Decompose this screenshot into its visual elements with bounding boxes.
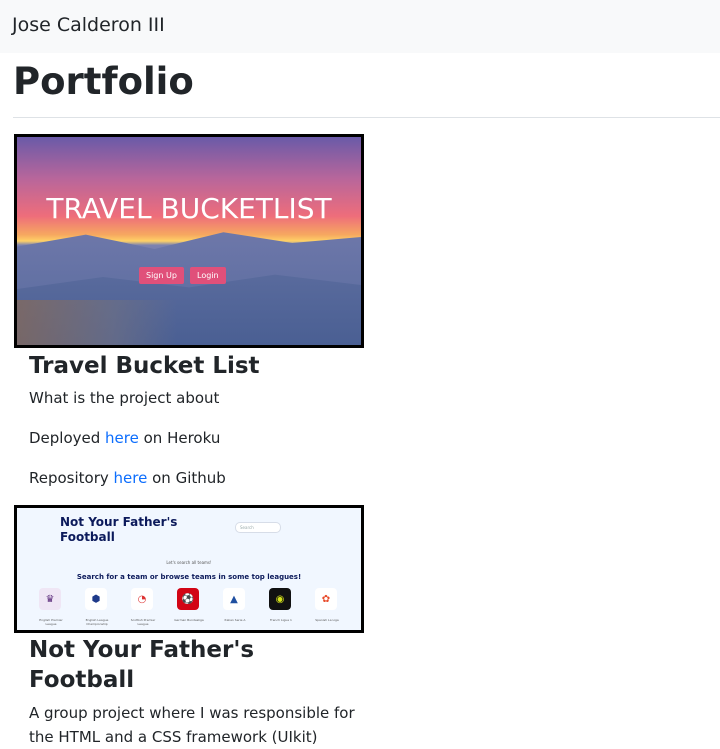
league-caption: English League Championship <box>85 618 109 626</box>
page-title: Portfolio <box>13 60 194 103</box>
championship-icon: ⬢ <box>85 588 107 610</box>
league-caption: French Ligue 1 <box>270 618 292 622</box>
football-screenshot: Not Your Father's Football Search Let's … <box>14 505 364 633</box>
repo-suffix: on Github <box>147 469 226 487</box>
la-liga-icon: ✿ <box>315 588 337 610</box>
premier-league-icon: ♛ <box>39 588 61 610</box>
deployed-prefix: Deployed <box>29 429 106 447</box>
trees-shape <box>17 300 177 345</box>
project-title: Not Your Father's Football <box>29 637 255 693</box>
football-search-box: Search <box>235 522 281 533</box>
navbar: Jose Calderon III <box>0 0 720 53</box>
travel-heading: TRAVEL BUCKETLIST <box>46 192 332 225</box>
league-caption: Spanish La Liga <box>315 618 339 622</box>
bundesliga-icon: ⚽ <box>177 588 199 610</box>
league-caption: Italian Serie A <box>224 618 246 622</box>
football-title-line: Not Your Father's <box>60 515 178 529</box>
deployed-line: Deployed here on Heroku <box>14 426 364 450</box>
scottish-league-icon: ◔ <box>131 588 153 610</box>
league-logos: ♛ ⬢ ◔ ⚽ ▲ ◉ ✿ <box>39 588 337 610</box>
project-description: What is the project about <box>29 389 220 407</box>
football-site-title: Not Your Father's Football <box>60 515 177 545</box>
travel-bucketlist-screenshot: TRAVEL BUCKETLIST Sign Up Login <box>14 134 364 348</box>
project-card-football: Not Your Father's Football Search Let's … <box>14 505 364 749</box>
serie-a-icon: ▲ <box>223 588 245 610</box>
league-captions: English Premier League English League Ch… <box>35 618 343 626</box>
divider <box>13 117 720 118</box>
login-button-image: Login <box>190 267 226 284</box>
football-title-line: Football <box>60 530 115 544</box>
league-caption: English Premier League <box>39 618 63 626</box>
deployed-suffix: on Heroku <box>138 429 221 447</box>
brand-link[interactable]: Jose Calderon III <box>12 14 165 36</box>
football-small-text: Let's search all teams! <box>166 560 212 565</box>
project-card-travel: TRAVEL BUCKETLIST Sign Up Login Travel B… <box>14 134 364 490</box>
ligue-1-icon: ◉ <box>269 588 291 610</box>
league-caption: German Bundesliga <box>174 618 204 622</box>
project-description: A group project where I was responsible … <box>29 704 355 746</box>
repo-prefix: Repository <box>29 469 114 487</box>
repository-link[interactable]: here <box>114 469 148 487</box>
football-headline: Search for a team or browse teams in som… <box>76 573 302 581</box>
league-caption: Scottish Premier League <box>130 618 156 626</box>
project-title: Travel Bucket List <box>29 353 260 379</box>
deployed-link[interactable]: here <box>105 429 139 447</box>
repository-line: Repository here on Github <box>14 466 364 490</box>
signup-button-image: Sign Up <box>139 267 184 284</box>
